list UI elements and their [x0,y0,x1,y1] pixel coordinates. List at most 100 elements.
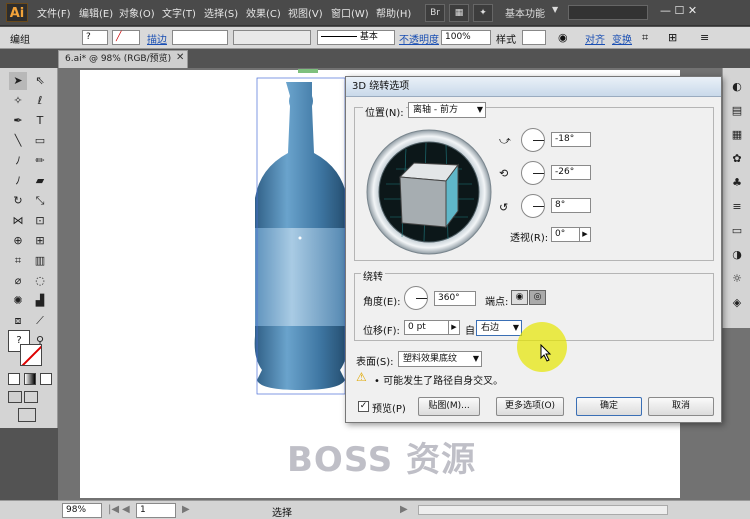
menu-view[interactable]: 视图(V) [288,5,323,20]
x-angle-field[interactable]: -18° [551,132,591,147]
direct-selection-tool-icon[interactable]: ⇖ [31,72,49,90]
transform-label[interactable]: 变换 [612,31,632,46]
stroke-label[interactable]: 描边 [147,31,167,46]
opacity-field[interactable]: 100% [441,30,491,45]
appearance-panel-icon[interactable]: ☼ [728,270,746,288]
cap-off-icon[interactable]: ◎ [529,290,546,305]
gradient-panel-icon[interactable]: ▭ [728,222,746,240]
panel-menu-icon[interactable]: ≡ [700,31,709,44]
selection-tool-icon[interactable]: ➤ [9,72,27,90]
status-menu-icon[interactable]: ▶ [400,504,408,515]
free-transform-icon[interactable]: ⊡ [31,212,49,230]
brush-definition[interactable]: 基本 [317,30,395,45]
stroke-color-box[interactable] [20,344,42,366]
close-icon[interactable]: ✕ [176,52,184,63]
preview-checkbox[interactable]: ✓ [358,401,369,412]
star-icon[interactable]: ✦ [473,4,493,22]
menu-type[interactable]: 文字(T) [162,5,196,20]
pencil-icon[interactable]: ✏ [31,152,49,170]
artboard-tool-icon[interactable]: ⧈ [9,312,27,330]
eyedropper-icon[interactable]: ⌀ [9,272,27,290]
z-angle-field[interactable]: 8° [551,198,591,213]
zoom-field[interactable]: 98% [62,503,102,518]
menu-select[interactable]: 选择(S) [204,5,238,20]
scale-tool-icon[interactable]: ⤡ [31,192,49,210]
workspace-switcher[interactable]: 基本功能 [505,5,545,20]
x-angle-dial[interactable] [521,128,545,152]
map-button[interactable]: 贴图(M)... [418,397,480,416]
arrange-documents-icon[interactable]: ▦ [449,4,469,22]
from-select[interactable]: 右边 ▼ [476,320,522,336]
gradient-tool-icon[interactable]: ▥ [31,252,49,270]
blend-tool-icon[interactable]: ◌ [31,272,49,290]
symbols-panel-icon[interactable]: ♣ [728,174,746,192]
none-mode-icon[interactable] [40,373,52,385]
perspective-arrow-icon[interactable]: ▶ [579,227,591,242]
menu-file[interactable]: 文件(F) [37,5,71,20]
swatches-panel-icon[interactable]: ▦ [728,126,746,144]
more-options-button[interactable]: 更多选项(O) [496,397,564,416]
width-tool-icon[interactable]: ⋈ [9,212,27,230]
color-mode-icon[interactable] [8,373,20,385]
bridge-icon[interactable]: Br [425,4,445,22]
opacity-label[interactable]: 不透明度 [399,31,439,46]
stroke-weight-field[interactable] [172,30,228,45]
eraser-icon[interactable]: ▰ [31,172,49,190]
slice-tool-icon[interactable]: ⟋ [31,312,49,330]
next-page-icon[interactable]: ▶ [182,504,190,515]
z-angle-dial[interactable] [521,194,545,218]
transparency-panel-icon[interactable]: ◑ [728,246,746,264]
layers-panel-icon[interactable]: ◈ [728,294,746,312]
magic-wand-icon[interactable]: ✧ [9,92,27,110]
window-controls[interactable]: — ☐ ✕ [660,4,697,17]
first-page-icon[interactable]: |◀ [108,504,119,515]
pen-tool-icon[interactable]: ✒ [9,112,27,130]
offset-arrow-icon[interactable]: ▶ [448,320,460,335]
graph-tool-icon[interactable]: ▟ [31,292,49,310]
paintbrush-icon[interactable]: ﾉ [9,152,27,170]
fill-swatch[interactable]: ? [82,30,108,45]
document-tab[interactable]: 6.ai* @ 98% (RGB/预览) [58,50,188,68]
mesh-tool-icon[interactable]: ⌗ [9,252,27,270]
stroke-panel-icon[interactable]: ≡ [728,198,746,216]
cap-on-icon[interactable]: ◉ [511,290,528,305]
page-field[interactable]: 1 [136,503,176,518]
select-similar-icon[interactable]: ⊞ [668,31,677,44]
rotate-tool-icon[interactable]: ↻ [9,192,27,210]
position-select[interactable]: 离轴 - 前方 ▼ [408,102,486,118]
menu-effect[interactable]: 效果(C) [246,5,281,20]
draw-behind-icon[interactable] [24,391,38,403]
shape-builder-icon[interactable]: ⊕ [9,232,27,250]
track-cube-widget[interactable] [366,129,492,255]
wine-bottle-artwork[interactable] [250,68,360,400]
recolor-icon[interactable]: ◉ [558,31,568,44]
angle-field[interactable]: 360° [434,291,476,306]
previous-page-icon[interactable]: ◀ [122,504,130,515]
menu-help[interactable]: 帮助(H) [376,5,411,20]
color-guide-icon[interactable]: ▤ [728,102,746,120]
y-angle-field[interactable]: -26° [551,165,591,180]
variable-width-profile[interactable] [233,30,311,45]
blob-brush-icon[interactable]: ﾉ [9,172,27,190]
draw-normal-icon[interactable] [8,391,22,403]
color-panel-icon[interactable]: ◐ [728,78,746,96]
cancel-button[interactable]: 取消 [648,397,714,416]
angle-dial[interactable] [404,286,428,310]
gradient-mode-icon[interactable] [24,373,36,385]
align-label[interactable]: 对齐 [585,31,605,46]
search-input[interactable] [568,5,648,20]
lasso-icon[interactable]: ℓ [31,92,49,110]
perspective-grid-icon[interactable]: ⊞ [31,232,49,250]
symbol-sprayer-icon[interactable]: ✺ [9,292,27,310]
line-tool-icon[interactable]: ╲ [9,132,27,150]
graphic-style-swatch[interactable] [522,30,546,45]
stroke-swatch[interactable]: ╱ [112,30,140,45]
selection-handle[interactable] [298,69,318,73]
type-tool-icon[interactable]: T [31,112,49,130]
rectangle-tool-icon[interactable]: ▭ [31,132,49,150]
menu-object[interactable]: 对象(O) [119,5,155,20]
y-angle-dial[interactable] [521,161,545,185]
ok-button[interactable]: 确定 [576,397,642,416]
menu-window[interactable]: 窗口(W) [331,5,369,20]
brushes-panel-icon[interactable]: ✿ [728,150,746,168]
